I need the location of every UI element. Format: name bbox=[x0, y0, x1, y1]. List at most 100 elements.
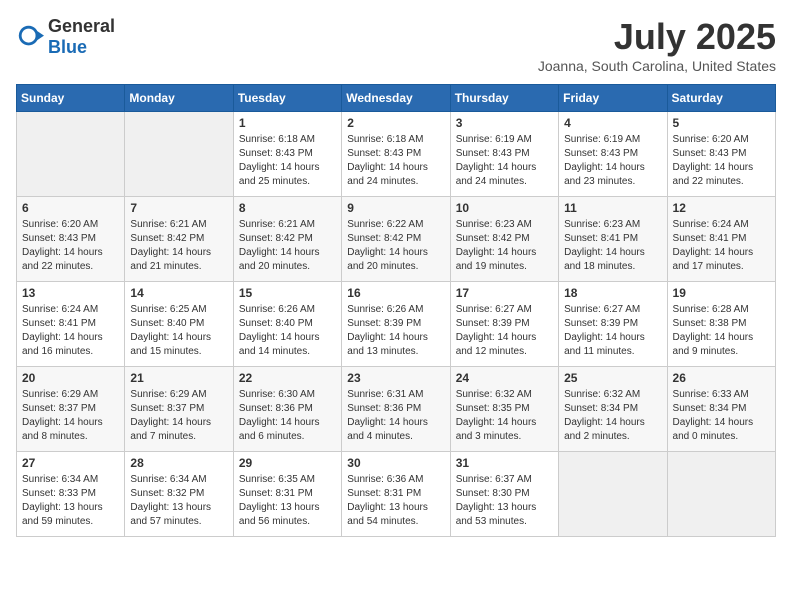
day-number: 19 bbox=[673, 286, 770, 300]
calendar-cell: 11 Sunrise: 6:23 AMSunset: 8:41 PMDayligh… bbox=[559, 197, 667, 282]
calendar-cell: 12 Sunrise: 6:24 AMSunset: 8:41 PMDayligh… bbox=[667, 197, 775, 282]
day-number: 29 bbox=[239, 456, 336, 470]
calendar-cell: 27 Sunrise: 6:34 AMSunset: 8:33 PMDayligh… bbox=[17, 452, 125, 537]
day-info: Sunrise: 6:23 AMSunset: 8:42 PMDaylight:… bbox=[456, 218, 553, 274]
day-number: 27 bbox=[22, 456, 119, 470]
calendar-cell: 25 Sunrise: 6:32 AMSunset: 8:34 PMDayligh… bbox=[559, 367, 667, 452]
calendar-cell: 7Sunrise: 6:21 AMSunset: 8:42 PMDaylight… bbox=[125, 197, 233, 282]
page-header: General Blue July 2025 Joanna, South Car… bbox=[16, 16, 776, 74]
calendar-week-3: 13 Sunrise: 6:24 AMSunset: 8:41 PMDayligh… bbox=[17, 282, 776, 367]
day-info: Sunrise: 6:19 AMSunset: 8:43 PMDaylight:… bbox=[456, 133, 553, 189]
logo: General Blue bbox=[16, 16, 115, 58]
day-info: Sunrise: 6:22 AMSunset: 8:42 PMDaylight:… bbox=[347, 218, 444, 274]
day-info: Sunrise: 6:33 AMSunset: 8:34 PMDaylight:… bbox=[673, 388, 770, 444]
calendar-cell: 30 Sunrise: 6:36 AMSunset: 8:31 PMDayligh… bbox=[342, 452, 450, 537]
calendar-cell: 4 Sunrise: 6:19 AMSunset: 8:43 PMDaylight… bbox=[559, 112, 667, 197]
day-info: Sunrise: 6:27 AMSunset: 8:39 PMDaylight:… bbox=[564, 303, 661, 359]
calendar-week-4: 20 Sunrise: 6:29 AMSunset: 8:37 PMDayligh… bbox=[17, 367, 776, 452]
calendar-cell: 29 Sunrise: 6:35 AMSunset: 8:31 PMDayligh… bbox=[233, 452, 341, 537]
calendar-cell: 18 Sunrise: 6:27 AMSunset: 8:39 PMDayligh… bbox=[559, 282, 667, 367]
calendar-header-row: SundayMondayTuesdayWednesdayThursdayFrid… bbox=[17, 85, 776, 112]
title-area: July 2025 Joanna, South Carolina, United… bbox=[538, 16, 776, 74]
day-info: Sunrise: 6:20 AMSunset: 8:43 PMDaylight:… bbox=[22, 218, 119, 274]
calendar-week-1: 1Sunrise: 6:18 AMSunset: 8:43 PMDaylight… bbox=[17, 112, 776, 197]
day-number: 14 bbox=[130, 286, 227, 300]
day-info: Sunrise: 6:34 AMSunset: 8:33 PMDaylight:… bbox=[22, 473, 119, 529]
day-info: Sunrise: 6:32 AMSunset: 8:34 PMDaylight:… bbox=[564, 388, 661, 444]
day-number: 17 bbox=[456, 286, 553, 300]
calendar-cell: 2 Sunrise: 6:18 AMSunset: 8:43 PMDaylight… bbox=[342, 112, 450, 197]
day-number: 21 bbox=[130, 371, 227, 385]
day-info: Sunrise: 6:24 AMSunset: 8:41 PMDaylight:… bbox=[673, 218, 770, 274]
calendar-cell: 17Sunrise: 6:27 AMSunset: 8:39 PMDayligh… bbox=[450, 282, 558, 367]
calendar-cell: 1Sunrise: 6:18 AMSunset: 8:43 PMDaylight… bbox=[233, 112, 341, 197]
day-header-saturday: Saturday bbox=[667, 85, 775, 112]
day-info: Sunrise: 6:26 AMSunset: 8:40 PMDaylight:… bbox=[239, 303, 336, 359]
day-header-wednesday: Wednesday bbox=[342, 85, 450, 112]
calendar-cell bbox=[559, 452, 667, 537]
day-number: 11 bbox=[564, 201, 661, 215]
day-number: 25 bbox=[564, 371, 661, 385]
day-number: 4 bbox=[564, 116, 661, 130]
day-number: 15 bbox=[239, 286, 336, 300]
day-info: Sunrise: 6:36 AMSunset: 8:31 PMDaylight:… bbox=[347, 473, 444, 529]
logo-blue: Blue bbox=[48, 37, 87, 57]
day-number: 2 bbox=[347, 116, 444, 130]
day-info: Sunrise: 6:24 AMSunset: 8:41 PMDaylight:… bbox=[22, 303, 119, 359]
day-info: Sunrise: 6:29 AMSunset: 8:37 PMDaylight:… bbox=[22, 388, 119, 444]
month-title: July 2025 bbox=[538, 16, 776, 58]
day-number: 24 bbox=[456, 371, 553, 385]
day-number: 12 bbox=[673, 201, 770, 215]
day-info: Sunrise: 6:28 AMSunset: 8:38 PMDaylight:… bbox=[673, 303, 770, 359]
day-header-sunday: Sunday bbox=[17, 85, 125, 112]
day-number: 9 bbox=[347, 201, 444, 215]
day-info: Sunrise: 6:18 AMSunset: 8:43 PMDaylight:… bbox=[239, 133, 336, 189]
day-number: 8 bbox=[239, 201, 336, 215]
day-info: Sunrise: 6:32 AMSunset: 8:35 PMDaylight:… bbox=[456, 388, 553, 444]
calendar-cell: 20 Sunrise: 6:29 AMSunset: 8:37 PMDayligh… bbox=[17, 367, 125, 452]
day-number: 20 bbox=[22, 371, 119, 385]
day-info: Sunrise: 6:23 AMSunset: 8:41 PMDaylight:… bbox=[564, 218, 661, 274]
day-info: Sunrise: 6:18 AMSunset: 8:43 PMDaylight:… bbox=[347, 133, 444, 189]
day-info: Sunrise: 6:21 AMSunset: 8:42 PMDaylight:… bbox=[239, 218, 336, 274]
day-header-friday: Friday bbox=[559, 85, 667, 112]
day-info: Sunrise: 6:29 AMSunset: 8:37 PMDaylight:… bbox=[130, 388, 227, 444]
day-info: Sunrise: 6:31 AMSunset: 8:36 PMDaylight:… bbox=[347, 388, 444, 444]
calendar-cell: 10Sunrise: 6:23 AMSunset: 8:42 PMDayligh… bbox=[450, 197, 558, 282]
day-info: Sunrise: 6:20 AMSunset: 8:43 PMDaylight:… bbox=[673, 133, 770, 189]
day-number: 13 bbox=[22, 286, 119, 300]
calendar-cell: 13 Sunrise: 6:24 AMSunset: 8:41 PMDayligh… bbox=[17, 282, 125, 367]
calendar-cell: 15 Sunrise: 6:26 AMSunset: 8:40 PMDayligh… bbox=[233, 282, 341, 367]
calendar-week-2: 6Sunrise: 6:20 AMSunset: 8:43 PMDaylight… bbox=[17, 197, 776, 282]
calendar-cell bbox=[667, 452, 775, 537]
calendar-cell: 31 Sunrise: 6:37 AMSunset: 8:30 PMDayligh… bbox=[450, 452, 558, 537]
calendar-cell: 26Sunrise: 6:33 AMSunset: 8:34 PMDayligh… bbox=[667, 367, 775, 452]
calendar-cell: 9 Sunrise: 6:22 AMSunset: 8:42 PMDaylight… bbox=[342, 197, 450, 282]
day-info: Sunrise: 6:19 AMSunset: 8:43 PMDaylight:… bbox=[564, 133, 661, 189]
day-info: Sunrise: 6:37 AMSunset: 8:30 PMDaylight:… bbox=[456, 473, 553, 529]
calendar-week-5: 27 Sunrise: 6:34 AMSunset: 8:33 PMDayligh… bbox=[17, 452, 776, 537]
calendar-cell bbox=[125, 112, 233, 197]
calendar-cell: 3 Sunrise: 6:19 AMSunset: 8:43 PMDaylight… bbox=[450, 112, 558, 197]
day-info: Sunrise: 6:30 AMSunset: 8:36 PMDaylight:… bbox=[239, 388, 336, 444]
day-header-monday: Monday bbox=[125, 85, 233, 112]
day-info: Sunrise: 6:34 AMSunset: 8:32 PMDaylight:… bbox=[130, 473, 227, 529]
calendar-cell: 6Sunrise: 6:20 AMSunset: 8:43 PMDaylight… bbox=[17, 197, 125, 282]
calendar-cell: 5 Sunrise: 6:20 AMSunset: 8:43 PMDaylight… bbox=[667, 112, 775, 197]
day-number: 7 bbox=[130, 201, 227, 215]
day-number: 3 bbox=[456, 116, 553, 130]
day-number: 31 bbox=[456, 456, 553, 470]
calendar-cell: 28Sunrise: 6:34 AMSunset: 8:32 PMDayligh… bbox=[125, 452, 233, 537]
day-number: 18 bbox=[564, 286, 661, 300]
location-subtitle: Joanna, South Carolina, United States bbox=[538, 58, 776, 74]
calendar-cell: 23 Sunrise: 6:31 AMSunset: 8:36 PMDayligh… bbox=[342, 367, 450, 452]
day-number: 5 bbox=[673, 116, 770, 130]
day-number: 22 bbox=[239, 371, 336, 385]
day-info: Sunrise: 6:35 AMSunset: 8:31 PMDaylight:… bbox=[239, 473, 336, 529]
day-header-tuesday: Tuesday bbox=[233, 85, 341, 112]
calendar-cell: 8 Sunrise: 6:21 AMSunset: 8:42 PMDaylight… bbox=[233, 197, 341, 282]
day-number: 23 bbox=[347, 371, 444, 385]
day-info: Sunrise: 6:25 AMSunset: 8:40 PMDaylight:… bbox=[130, 303, 227, 359]
calendar-cell: 24 Sunrise: 6:32 AMSunset: 8:35 PMDayligh… bbox=[450, 367, 558, 452]
day-number: 30 bbox=[347, 456, 444, 470]
